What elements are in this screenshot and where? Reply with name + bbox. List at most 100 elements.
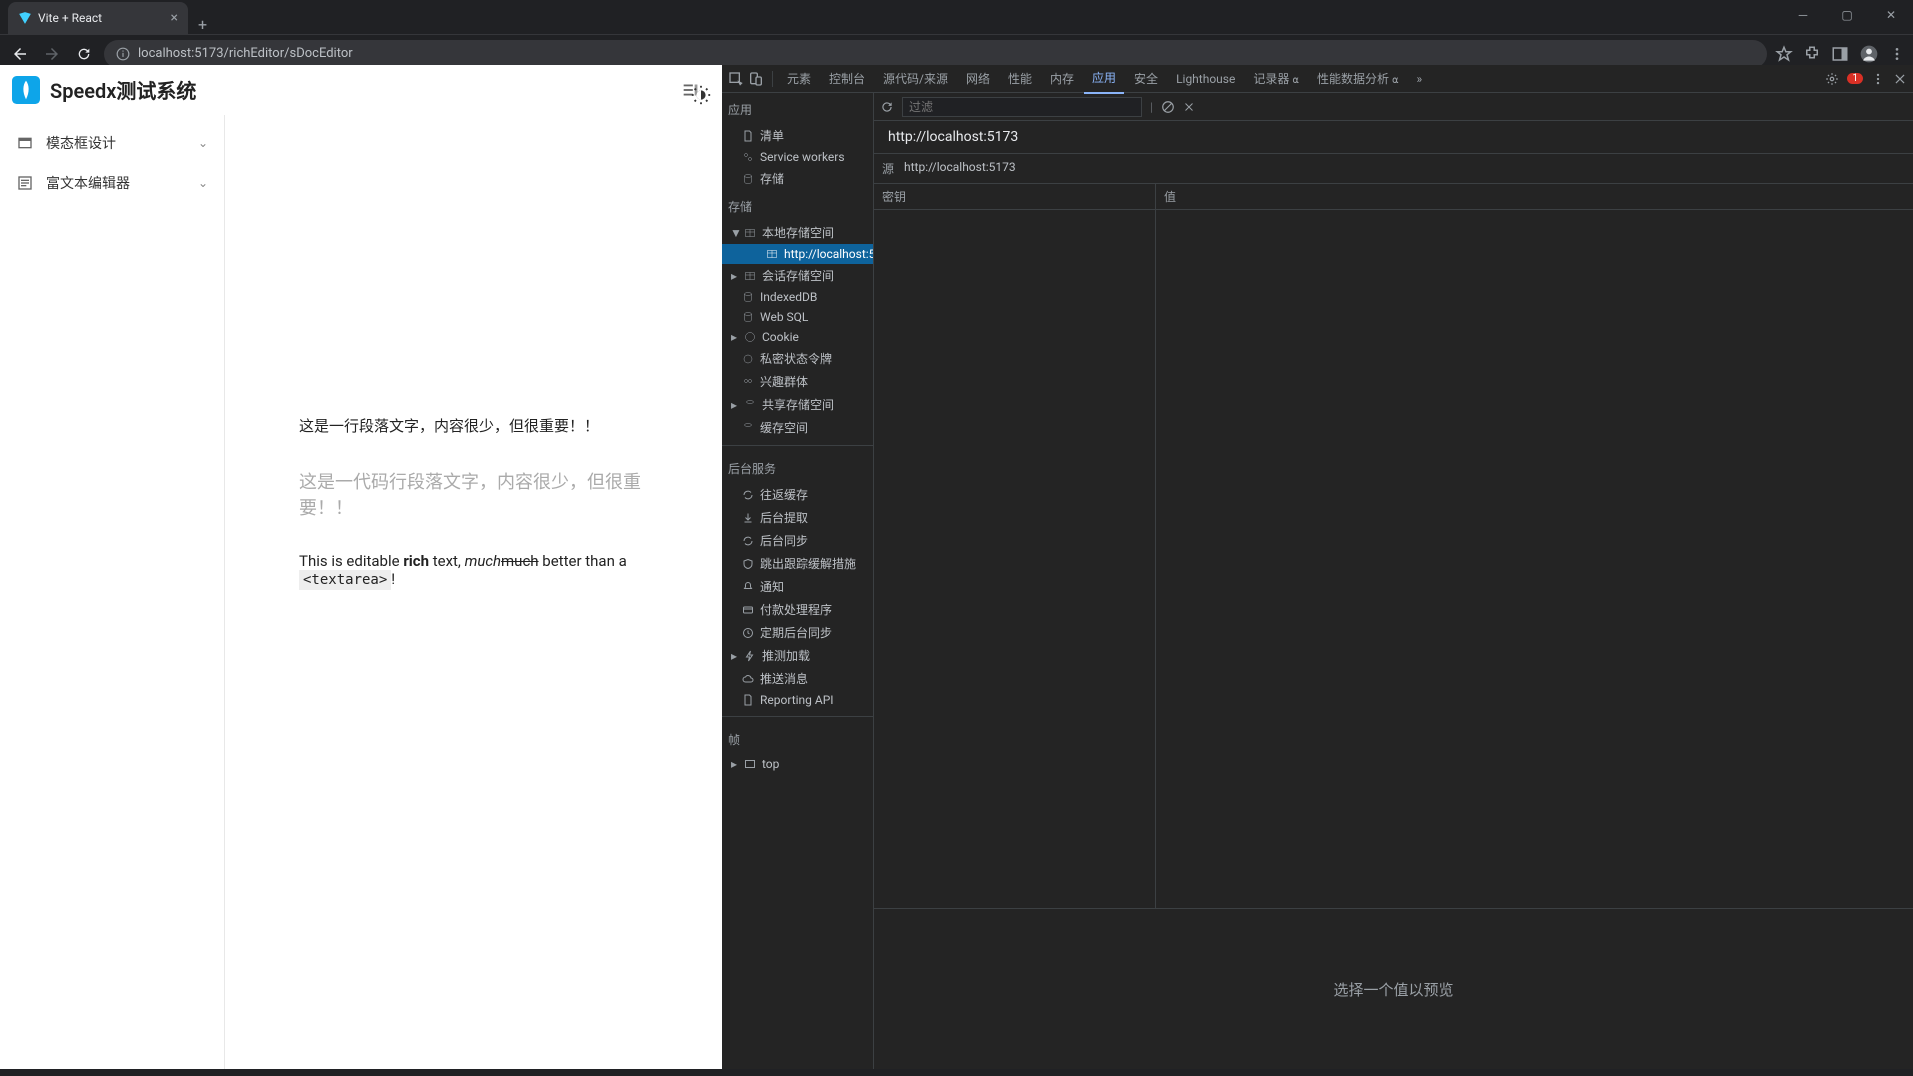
tree-shared-storage[interactable]: ▸ 共享存储空间	[722, 393, 873, 416]
kebab-menu-icon[interactable]	[1871, 72, 1885, 86]
editor-content[interactable]: 这是一行段落文字，内容很少，但很重要！！ 这是一代码行段落文字，内容很少，但很重…	[225, 115, 722, 1069]
more-tabs-button[interactable]: »	[1409, 66, 1431, 92]
text-code: <textarea>	[299, 570, 391, 590]
tree-session-storage[interactable]: ▸ 会话存储空间	[722, 264, 873, 287]
tree-local-storage[interactable]: ▼ 本地存储空间	[722, 221, 873, 244]
paragraph-1[interactable]: 这是一行段落文字，内容很少，但很重要！！	[299, 415, 692, 436]
token-icon	[742, 353, 754, 365]
tree-cache-storage[interactable]: 缓存空间	[722, 416, 873, 439]
minimize-button[interactable]: ─	[1781, 0, 1825, 30]
text-run: better than a	[539, 552, 627, 570]
browser-chrome: Vite + React × + ─ ▢ ✕ localhost:5173/ri…	[0, 0, 1913, 65]
storage-table: 密钥 值	[874, 184, 1913, 909]
table-icon	[766, 248, 778, 260]
window-icon	[744, 758, 756, 770]
kebab-menu-icon[interactable]	[1889, 46, 1905, 62]
sidebar: 模态框设计 ⌄ 富文本编辑器 ⌄	[0, 115, 225, 1069]
close-icon[interactable]: ×	[171, 10, 178, 26]
app-title: Speedx测试系统	[50, 75, 196, 104]
triangle-right-icon: ▸	[730, 757, 738, 771]
shield-icon	[742, 558, 754, 570]
col-header-value[interactable]: 值	[1156, 184, 1913, 210]
database-icon	[742, 422, 754, 434]
tree-bg-fetch[interactable]: 后台提取	[722, 506, 873, 529]
tree-push-messaging[interactable]: 推送消息	[722, 667, 873, 690]
tree-websql[interactable]: Web SQL	[722, 307, 873, 327]
app-logo-icon	[12, 76, 40, 104]
tab-sources[interactable]: 源代码/来源	[875, 64, 956, 93]
storage-source-row: 源 http://localhost:5173	[874, 154, 1913, 184]
tree-interest-groups[interactable]: 兴趣群体	[722, 370, 873, 393]
tree-local-storage-origin[interactable]: http://localhost:5173	[722, 244, 873, 264]
bell-icon	[742, 581, 754, 593]
tab-elements[interactable]: 元素	[779, 64, 819, 93]
close-devtools-icon[interactable]	[1893, 72, 1907, 86]
devtools-panel: 元素 控制台 源代码/来源 网络 性能 内存 应用 安全 Lighthouse …	[722, 65, 1913, 1069]
bookmark-star-icon[interactable]	[1775, 45, 1793, 63]
theme-toggle-icon[interactable]	[690, 84, 712, 106]
sync-icon	[742, 489, 754, 501]
side-panel-icon[interactable]	[1831, 45, 1849, 63]
tab-application[interactable]: 应用	[1084, 63, 1124, 94]
paragraph-3[interactable]: This is editable rich text, muchmuch bet…	[299, 552, 692, 588]
filter-input[interactable]	[902, 97, 1142, 117]
paragraph-2[interactable]: 这是一代码行段落文字，内容很少，但很重要！！	[299, 468, 692, 520]
tree-private-tokens[interactable]: 私密状态令牌	[722, 347, 873, 370]
window-controls: ─ ▢ ✕	[1781, 0, 1913, 30]
col-header-key[interactable]: 密钥	[874, 184, 1155, 210]
section-application: 应用	[722, 93, 873, 124]
tree-speculative-loads[interactable]: ▸推测加载	[722, 644, 873, 667]
database-icon	[742, 291, 754, 303]
tree-notifications[interactable]: 通知	[722, 575, 873, 598]
gear-icon[interactable]	[1825, 72, 1839, 86]
database-icon	[742, 311, 754, 323]
reload-button[interactable]	[72, 42, 96, 66]
tree-reporting-api[interactable]: Reporting API	[722, 690, 873, 710]
new-tab-button[interactable]: +	[188, 15, 217, 34]
tree-cookies[interactable]: ▸ Cookie	[722, 327, 873, 347]
close-window-button[interactable]: ✕	[1869, 0, 1913, 30]
profile-avatar-icon[interactable]	[1859, 44, 1879, 64]
sidebar-item-rich-editor[interactable]: 富文本编辑器 ⌄	[0, 163, 224, 203]
refresh-icon[interactable]	[880, 100, 894, 114]
tree-periodic-sync[interactable]: 定期后台同步	[722, 621, 873, 644]
tree-manifest[interactable]: 清单	[722, 124, 873, 147]
device-toolbar-icon[interactable]	[748, 71, 764, 87]
tree-service-workers[interactable]: Service workers	[722, 147, 873, 167]
section-frames: 帧	[722, 723, 873, 754]
tab-console[interactable]: 控制台	[821, 64, 873, 93]
tree-bounce-tracking[interactable]: 跳出跟踪缓解措施	[722, 552, 873, 575]
tab-performance[interactable]: 性能	[1000, 64, 1040, 93]
tree-bg-sync[interactable]: 后台同步	[722, 529, 873, 552]
inspect-element-icon[interactable]	[728, 71, 744, 87]
sidebar-item-label: 富文本编辑器	[46, 173, 130, 193]
app-body: 模态框设计 ⌄ 富文本编辑器 ⌄ 这是一行段落文字，内容很少，但很重要！！ 这是…	[0, 115, 722, 1069]
browser-tab[interactable]: Vite + React ×	[8, 2, 188, 34]
storage-preview: 选择一个值以预览	[874, 909, 1913, 1069]
text-strike: much	[501, 552, 539, 570]
forward-button[interactable]	[40, 42, 64, 66]
back-button[interactable]	[8, 42, 32, 66]
tree-frame-top[interactable]: ▸ top	[722, 754, 873, 774]
maximize-button[interactable]: ▢	[1825, 0, 1869, 30]
error-badge[interactable]: 1	[1847, 73, 1863, 84]
tree-payment-handler[interactable]: 付款处理程序	[722, 598, 873, 621]
text-run: This is editable	[299, 552, 403, 570]
source-label: 源	[882, 160, 894, 177]
extensions-icon[interactable]	[1803, 45, 1821, 63]
tree-indexeddb[interactable]: IndexedDB	[722, 287, 873, 307]
tab-security[interactable]: 安全	[1126, 64, 1166, 93]
text-italic: much	[465, 552, 501, 570]
clear-all-icon[interactable]	[1161, 100, 1175, 114]
tab-perf-insights[interactable]: 性能数据分析 ⍺	[1309, 64, 1407, 93]
tab-lighthouse[interactable]: Lighthouse	[1168, 66, 1243, 92]
tree-bfcache[interactable]: 往返缓存	[722, 483, 873, 506]
sidebar-item-modal-design[interactable]: 模态框设计 ⌄	[0, 123, 224, 163]
vite-favicon-icon	[18, 11, 32, 25]
tab-network[interactable]: 网络	[958, 64, 998, 93]
tree-storage[interactable]: 存储	[722, 167, 873, 190]
delete-icon[interactable]	[1183, 101, 1195, 113]
url-text: localhost:5173/richEditor/sDocEditor	[138, 46, 353, 61]
tab-memory[interactable]: 内存	[1042, 64, 1082, 93]
tab-recorder[interactable]: 记录器 ⍺	[1245, 64, 1307, 93]
